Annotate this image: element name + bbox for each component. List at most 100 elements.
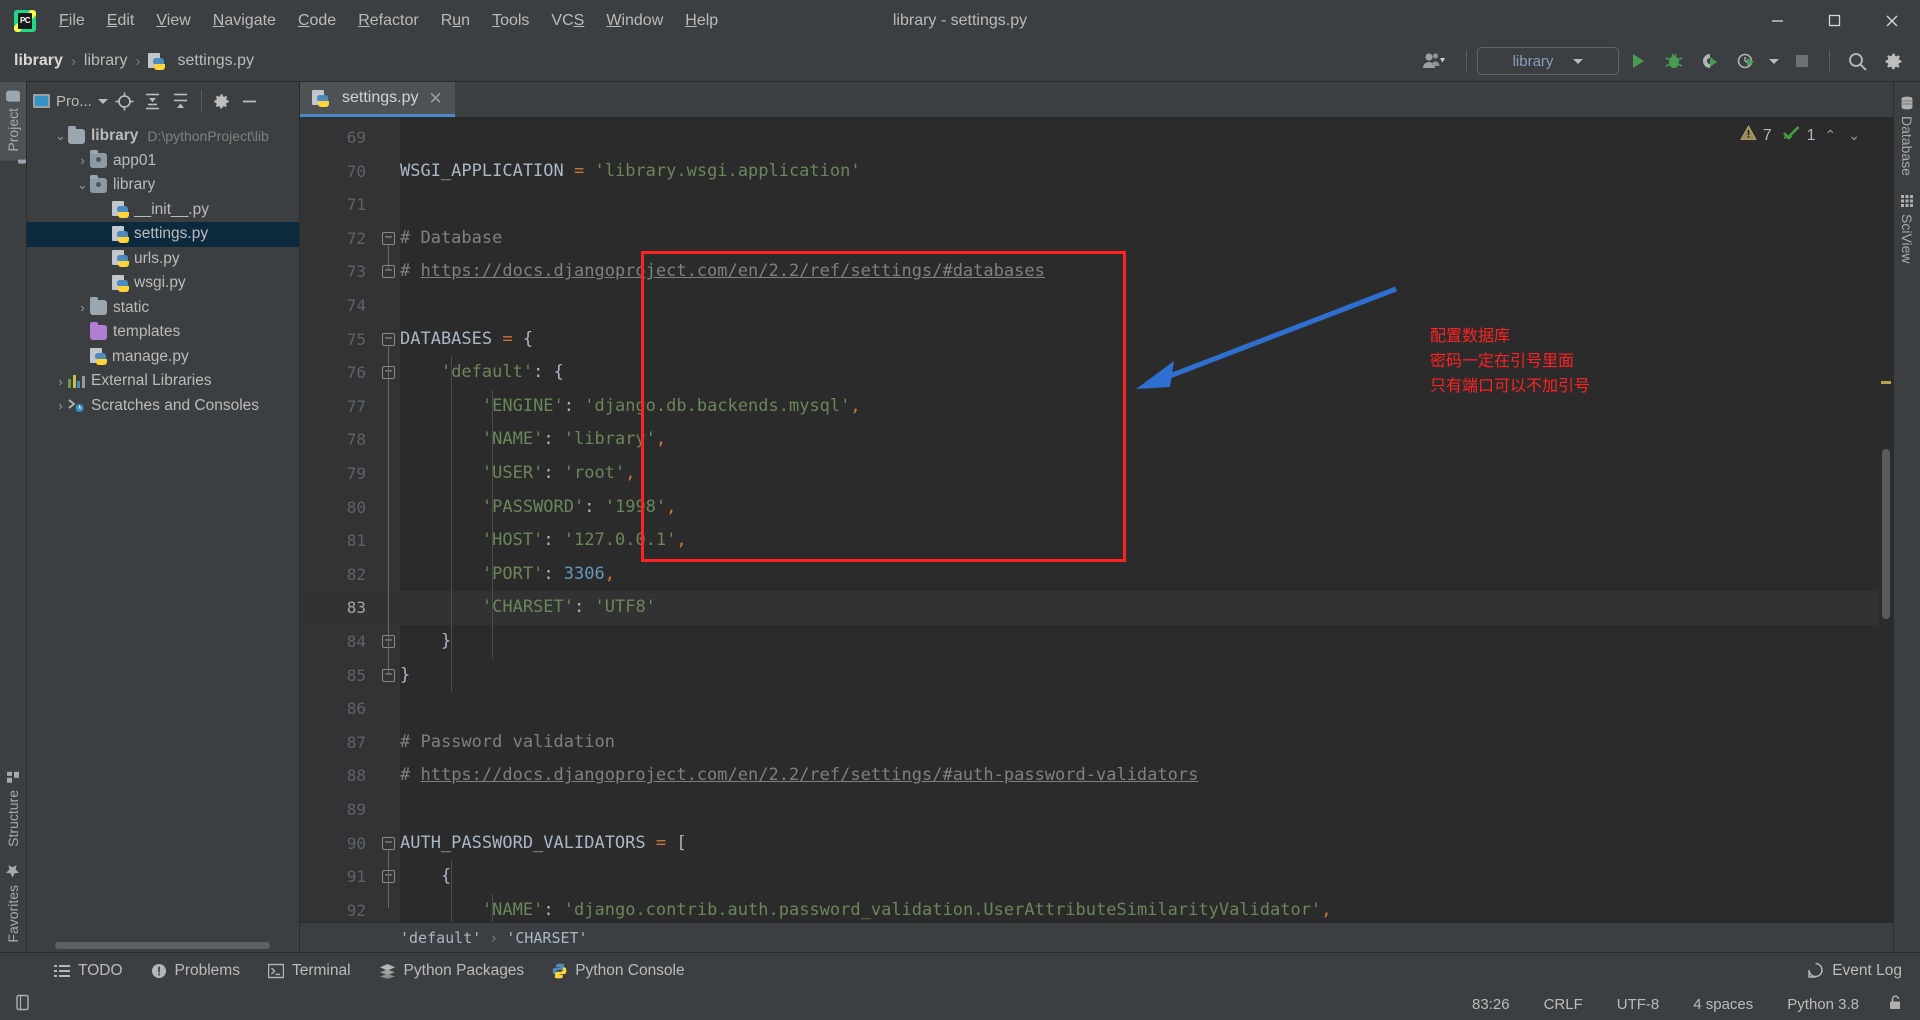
locate-icon[interactable] <box>112 88 138 114</box>
chevron-down-icon[interactable]: ⌄ <box>53 128 68 144</box>
indent-guide <box>491 893 493 922</box>
minimize-button[interactable] <box>1749 0 1806 41</box>
menu-item-code[interactable]: Code <box>287 8 347 34</box>
code-url-link[interactable]: https://docs.djangoproject.com/en/2.2/re… <box>420 765 1198 785</box>
next-problem-icon[interactable]: ⌄ <box>1845 127 1863 144</box>
tree-item[interactable]: templates <box>27 320 299 345</box>
tree-item[interactable]: urls.py <box>27 247 299 272</box>
sidebar-item-label: Database <box>1899 116 1915 176</box>
editor-breadcrumb-item[interactable]: 'default' <box>400 929 481 947</box>
tool-window-button-terminal[interactable]: Terminal <box>254 958 365 984</box>
expand-all-icon[interactable] <box>140 88 166 114</box>
tree-item-selected[interactable]: settings.py <box>27 222 299 247</box>
run-configuration-selector[interactable]: library <box>1477 47 1619 75</box>
tree-item[interactable]: ⌄ library D:\pythonProject\lib <box>27 124 299 149</box>
menu-item-file[interactable]: File <box>48 8 96 34</box>
event-log-button[interactable]: Event Log <box>1807 962 1920 980</box>
breadcrumb-item-library[interactable]: library <box>84 52 128 70</box>
chevron-right-icon[interactable]: › <box>75 300 90 315</box>
code-editor[interactable]: 69 70 71 72 73 74 75 76 77 78 79 80 81 82 83 84 85 86 87 88… <box>300 117 1893 922</box>
tool-window-button-todo[interactable]: TODO <box>40 958 137 984</box>
sidebar-item-structure[interactable]: Structure <box>0 762 26 856</box>
sidebar-item-database[interactable]: Database <box>1894 82 1920 185</box>
debug-icon[interactable] <box>1657 46 1691 76</box>
caret-position[interactable]: 83:26 <box>1466 993 1516 1016</box>
collapse-all-icon[interactable] <box>168 88 194 114</box>
tree-item[interactable]: manage.py <box>27 345 299 370</box>
menu-item-help[interactable]: Help <box>674 8 729 34</box>
profile-dropdown-icon[interactable] <box>1765 46 1783 76</box>
indent-setting[interactable]: 4 spaces <box>1687 993 1759 1016</box>
close-button[interactable] <box>1863 0 1920 41</box>
menu-item-vcs[interactable]: VCS <box>540 8 595 34</box>
code-token: = <box>574 160 595 181</box>
file-encoding[interactable]: UTF-8 <box>1611 993 1666 1016</box>
menu-item-window[interactable]: Window <box>595 8 674 34</box>
inspection-widget[interactable]: 7 1 ⌃ ⌄ <box>1740 125 1863 146</box>
stop-icon[interactable] <box>1785 46 1819 76</box>
project-panel-title[interactable]: Pro... <box>33 93 110 110</box>
code-line: } <box>400 625 1893 659</box>
run-icon[interactable] <box>1621 46 1655 76</box>
editor-breadcrumb-item[interactable]: 'CHARSET' <box>506 929 587 947</box>
structure-icon <box>5 771 21 784</box>
code-line: # https://docs.djangoproject.com/en/2.2/… <box>400 255 1893 289</box>
tree-item[interactable]: __init__.py <box>27 198 299 223</box>
line-separator[interactable]: CRLF <box>1538 993 1589 1016</box>
tree-item[interactable]: › static <box>27 296 299 321</box>
profile-icon[interactable] <box>1729 46 1763 76</box>
problems-icon <box>151 963 167 979</box>
maximize-button[interactable] <box>1806 0 1863 41</box>
fold-gutter[interactable]: −−−−−−−− <box>378 117 400 922</box>
chevron-right-icon[interactable]: › <box>53 398 68 413</box>
tree-item[interactable]: › Scratches and Consoles <box>27 394 299 419</box>
previous-problem-icon[interactable]: ⌃ <box>1822 127 1840 144</box>
status-left-icon[interactable] <box>12 994 31 1015</box>
breadcrumb-item-library[interactable]: library <box>14 52 63 70</box>
tree-item[interactable]: › app01 <box>27 149 299 174</box>
editor-vertical-scrollbar[interactable] <box>1879 117 1893 922</box>
toolbar-divider <box>1466 50 1467 72</box>
search-everywhere-icon[interactable] <box>1840 46 1874 76</box>
tool-window-button-python-console[interactable]: Python Console <box>538 958 698 984</box>
close-icon[interactable]: ✕ <box>426 90 444 107</box>
sidebar-item-sciview[interactable]: SciView <box>1894 185 1920 273</box>
chevron-right-icon[interactable]: › <box>75 153 90 168</box>
event-log-icon <box>1807 962 1824 979</box>
menu-item-refactor[interactable]: Refactor <box>347 8 429 34</box>
menu-item-navigate[interactable]: Navigate <box>202 8 287 34</box>
chevron-down-icon[interactable]: ⌄ <box>75 177 90 193</box>
scrollbar-thumb[interactable] <box>1882 449 1890 619</box>
settings-gear-icon[interactable] <box>209 88 235 114</box>
menu-item-view[interactable]: View <box>145 8 201 34</box>
sidebar-item-project[interactable]: Project <box>0 82 26 161</box>
code-url-link[interactable]: https://docs.djangoproject.com/en/2.2/re… <box>420 261 1044 281</box>
tree-item[interactable]: › External Libraries <box>27 369 299 394</box>
terminal-icon <box>267 963 284 979</box>
editor-tab-bar: settings.py ✕ <box>300 82 1893 117</box>
unlocked-icon[interactable] <box>1887 994 1904 1015</box>
tool-window-label: Terminal <box>291 961 351 979</box>
tool-window-label: Python Console <box>575 961 685 979</box>
line-number: 80 <box>346 497 366 517</box>
tab-settings-py[interactable]: settings.py ✕ <box>300 82 455 117</box>
chevron-right-icon[interactable]: › <box>53 374 68 389</box>
settings-gear-icon[interactable] <box>1876 46 1910 76</box>
sidebar-item-favorites[interactable]: Favorites <box>0 855 26 952</box>
user-avatar-icon[interactable] <box>1412 46 1456 76</box>
breadcrumb-item-settings-py[interactable]: settings.py <box>148 52 254 70</box>
project-horizontal-scrollbar[interactable] <box>27 938 299 952</box>
menu-item-tools[interactable]: Tools <box>481 8 540 34</box>
scrollbar-thumb[interactable] <box>55 942 270 949</box>
hide-icon[interactable] <box>237 88 263 114</box>
python-interpreter[interactable]: Python 3.8 <box>1781 993 1865 1016</box>
menu-item-run[interactable]: Run <box>430 8 481 34</box>
run-coverage-icon[interactable] <box>1693 46 1727 76</box>
tree-item[interactable]: ⌄ library <box>27 173 299 198</box>
tree-item[interactable]: wsgi.py <box>27 271 299 296</box>
tool-window-button-problems[interactable]: Problems <box>137 958 254 984</box>
code-line: AUTH_PASSWORD_VALIDATORS = [ <box>400 827 1893 861</box>
code-content[interactable]: WSGI_APPLICATION = 'library.wsgi.applica… <box>400 117 1893 922</box>
menu-item-edit[interactable]: Edit <box>96 8 146 34</box>
tool-window-button-python-packages[interactable]: Python Packages <box>365 958 539 984</box>
